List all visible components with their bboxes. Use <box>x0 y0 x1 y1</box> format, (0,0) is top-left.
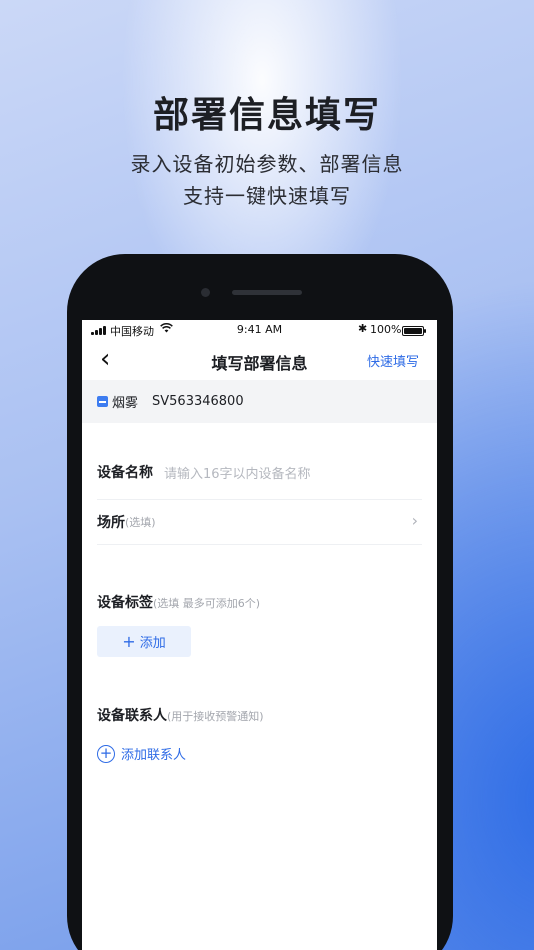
hero-subtitle-line1: 录入设备初始参数、部署信息 <box>130 152 404 176</box>
chevron-right-icon: › <box>411 511 418 530</box>
add-tag-button[interactable]: + 添加 <box>97 626 191 657</box>
tags-hint: (选填 最多可添加6个) <box>153 597 261 610</box>
device-name-label: 设备名称 <box>97 465 153 481</box>
contacts-section-title: 设备联系人(用于接收预警通知) <box>97 705 422 725</box>
add-contact-label: 添加联系人 <box>121 748 187 763</box>
app-screen: 中国移动 9:41 AM ✱ 100% ‹ 填写部署信息 快速填写 烟雾 SV5… <box>82 320 437 950</box>
device-type: 烟雾 <box>112 396 139 411</box>
bluetooth-icon: ✱ <box>358 322 368 335</box>
deploy-form: 设备名称 请输入16字以内设备名称 场所 (选填) › 设备标签(选填 最多可添… <box>82 445 437 763</box>
quick-fill-button[interactable]: 快速填写 <box>367 351 419 370</box>
camera-dot <box>201 288 210 297</box>
device-name-input[interactable]: 请输入16字以内设备名称 <box>164 463 311 482</box>
device-serial: SV563346800 <box>152 394 244 409</box>
add-contact-button[interactable]: + 添加联系人 <box>97 744 422 763</box>
battery-icon <box>402 326 426 336</box>
phone-frame: 中国移动 9:41 AM ✱ 100% ‹ 填写部署信息 快速填写 烟雾 SV5… <box>67 254 453 950</box>
speaker-grille <box>232 290 302 295</box>
contacts-hint: (用于接收预警通知) <box>167 710 264 723</box>
tags-label: 设备标签 <box>97 595 153 611</box>
add-circle-icon: + <box>97 744 115 763</box>
device-info-bar: 烟雾 SV563346800 <box>82 380 437 423</box>
nav-bar: ‹ 填写部署信息 快速填写 <box>82 342 437 380</box>
contacts-label: 设备联系人 <box>97 708 167 724</box>
place-optional-hint: (选填) <box>125 516 156 529</box>
hero-subtitle-line2: 支持一键快速填写 <box>183 184 351 208</box>
add-tag-label: 添加 <box>139 636 166 651</box>
tags-section-title: 设备标签(选填 最多可添加6个) <box>97 592 422 612</box>
place-row[interactable]: 场所 (选填) › <box>97 500 422 545</box>
device-name-row[interactable]: 设备名称 请输入16字以内设备名称 <box>97 445 422 500</box>
plus-icon: + <box>122 631 136 651</box>
status-bar: 中国移动 9:41 AM ✱ 100% <box>82 320 437 342</box>
battery-percent: 100% <box>370 323 402 336</box>
place-label: 场所 <box>97 515 125 531</box>
device-icon <box>97 396 108 407</box>
hero-title: 部署信息填写 <box>152 95 381 136</box>
